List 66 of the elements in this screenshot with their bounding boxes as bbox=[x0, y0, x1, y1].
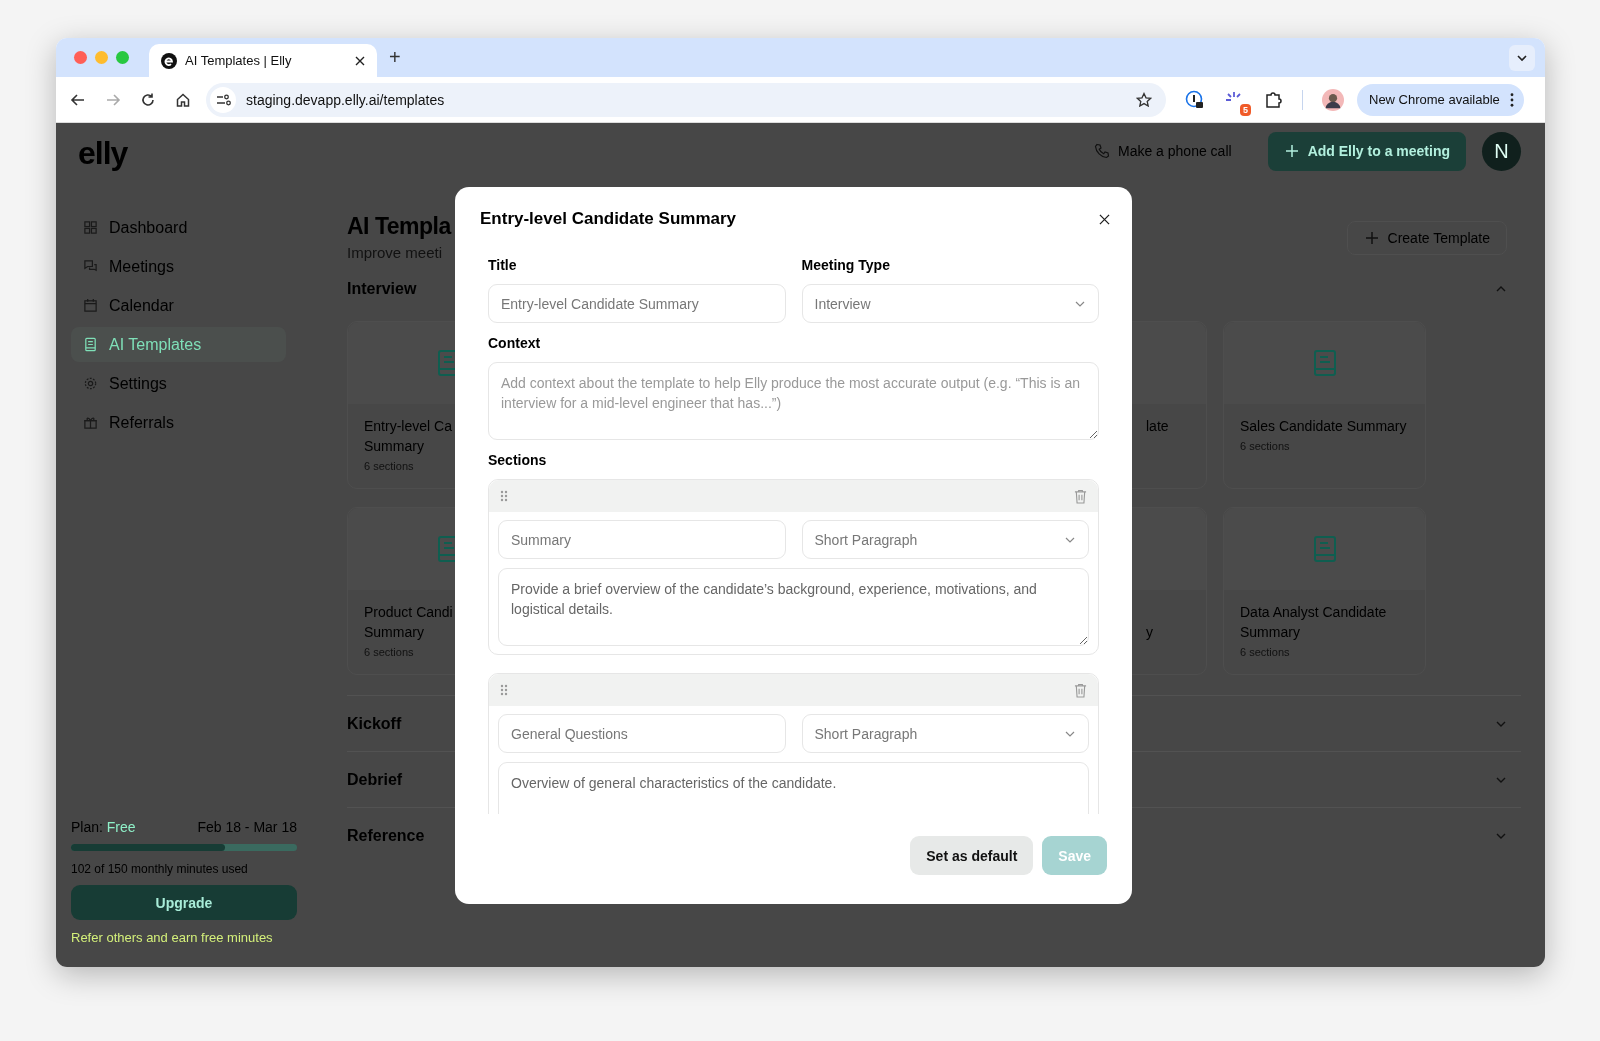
back-icon[interactable] bbox=[70, 91, 86, 108]
password-lock-icon[interactable] bbox=[1185, 89, 1205, 110]
section-prompt-field[interactable]: Overview of general characteristics of the candidate. bbox=[498, 762, 1089, 814]
plan-label: Plan: Free bbox=[71, 819, 136, 835]
section-name-field[interactable]: Summary bbox=[498, 520, 786, 559]
referral-link[interactable]: Refer others and earn free minutes bbox=[71, 930, 273, 945]
more-icon[interactable] bbox=[1509, 92, 1514, 107]
site-settings-icon[interactable] bbox=[210, 86, 236, 113]
field-label: Sections bbox=[488, 452, 547, 468]
field-label: Title bbox=[488, 257, 517, 273]
gift-icon bbox=[83, 415, 98, 430]
profile-avatar[interactable] bbox=[1322, 88, 1344, 111]
new-tab-button[interactable]: + bbox=[389, 46, 401, 69]
reload-icon[interactable] bbox=[140, 91, 156, 108]
new-chrome-available-button[interactable]: New Chrome available bbox=[1357, 83, 1524, 116]
section-name-field[interactable]: General Questions bbox=[498, 714, 786, 753]
bookmark-star-icon[interactable] bbox=[1136, 91, 1152, 108]
drag-handle-icon[interactable] bbox=[500, 490, 508, 502]
address-bar[interactable]: staging.devapp.elly.ai/templates bbox=[206, 82, 1166, 117]
dialog-title: Entry-level Candidate Summary bbox=[480, 209, 737, 229]
document-icon bbox=[1312, 349, 1337, 377]
format-dropdown[interactable]: Short Paragraph bbox=[801, 520, 1089, 559]
usage-text: 102 of 150 monthly minutes used bbox=[71, 862, 249, 876]
calendar-icon bbox=[83, 298, 98, 313]
notification-badge: 5 bbox=[1240, 103, 1251, 116]
template-title: Sales Candidate Summary bbox=[1240, 417, 1407, 436]
upgrade-button[interactable]: Upgrade bbox=[71, 885, 297, 920]
close-window-button[interactable] bbox=[74, 51, 87, 64]
drag-handle-icon[interactable] bbox=[500, 684, 508, 696]
close-icon[interactable] bbox=[1099, 213, 1110, 225]
billing-period: Feb 18 - Mar 18 bbox=[197, 819, 297, 835]
template-title: Summary bbox=[364, 623, 424, 642]
template-title: Data Analyst Candidate Summary bbox=[1240, 603, 1388, 642]
field-label: Meeting Type bbox=[801, 257, 890, 273]
delete-icon[interactable] bbox=[1074, 682, 1087, 698]
page-title: AI Templa bbox=[347, 213, 451, 240]
template-title: Product Candi bbox=[364, 603, 453, 622]
user-avatar[interactable]: N bbox=[1482, 131, 1521, 171]
title-field[interactable]: Entry-level Candidate Summary bbox=[488, 284, 786, 323]
phone-icon bbox=[1094, 143, 1110, 159]
add-to-meeting-button[interactable]: Add Elly to a meeting bbox=[1267, 131, 1466, 171]
close-tab-icon[interactable] bbox=[355, 55, 365, 66]
meeting-type-dropdown[interactable]: Interview bbox=[801, 284, 1099, 323]
template-title: y bbox=[1146, 624, 1153, 640]
template-title: Summary bbox=[364, 437, 424, 456]
sidebar-item[interactable]: AI Templates bbox=[71, 327, 286, 362]
section-prompt-field[interactable]: Provide a brief overview of the candidate’s background, experience, motivations, and logistical details. bbox=[498, 568, 1089, 646]
extensions-puzzle-icon[interactable] bbox=[1263, 89, 1283, 110]
home-icon[interactable] bbox=[175, 91, 191, 108]
context-field[interactable]: Add context about the template to help Elly produce the most accurate output (e.g. “This is an interview for a mid-level engineer that has...”) bbox=[488, 362, 1099, 440]
format-dropdown[interactable]: Short Paragraph bbox=[801, 714, 1089, 753]
field-label: Context bbox=[488, 335, 541, 351]
chat-icon bbox=[83, 259, 98, 274]
forward-icon[interactable] bbox=[105, 91, 121, 108]
gear-icon bbox=[83, 376, 98, 391]
template-title: Entry-level Ca bbox=[364, 417, 452, 436]
template-title: late bbox=[1146, 418, 1169, 434]
plus-icon bbox=[1283, 143, 1300, 159]
delete-icon[interactable] bbox=[1074, 488, 1087, 504]
grid-icon bbox=[83, 220, 98, 235]
document-icon bbox=[1312, 535, 1337, 563]
set-default-button[interactable]: Set as default bbox=[910, 836, 1034, 875]
doc-icon bbox=[83, 337, 98, 352]
favicon-icon bbox=[161, 52, 177, 69]
plus-icon bbox=[1363, 230, 1380, 246]
browser-tab[interactable]: AI Templates | Elly bbox=[149, 44, 377, 77]
